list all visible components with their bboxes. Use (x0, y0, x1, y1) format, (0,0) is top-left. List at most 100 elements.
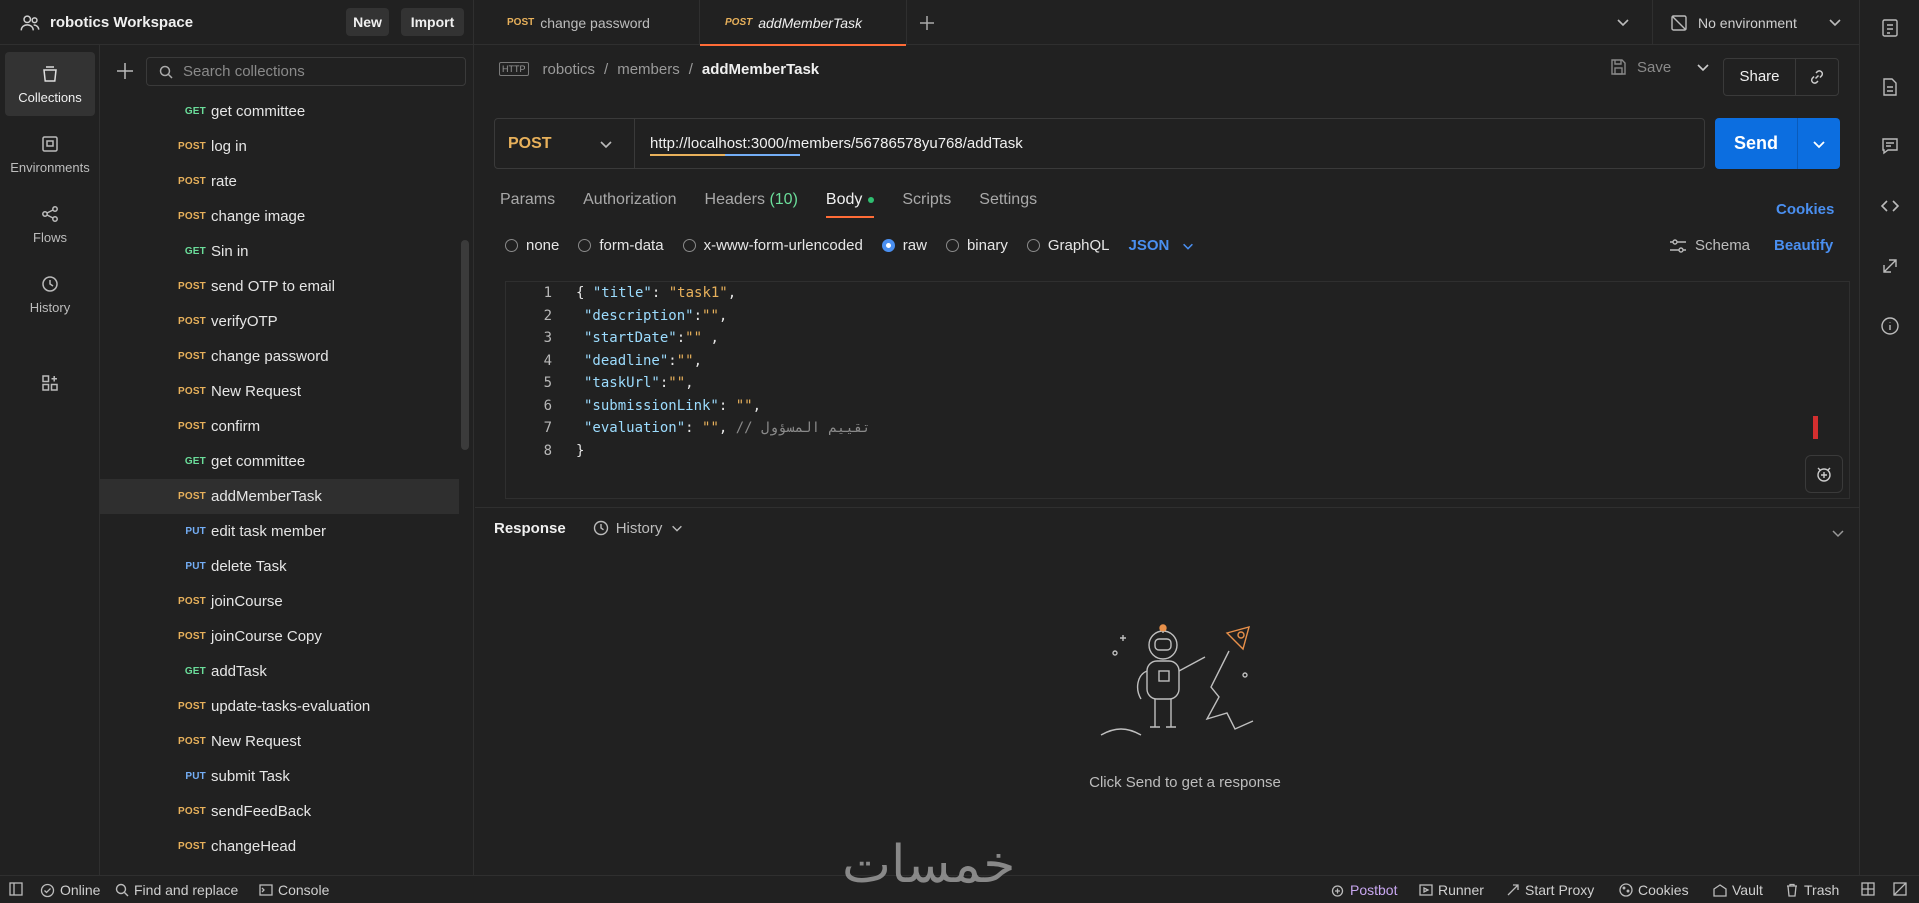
workspace-name[interactable]: robotics Workspace (50, 14, 193, 31)
request-name: confirm (211, 418, 261, 435)
list-item[interactable]: POST joinCourse Copy (100, 619, 473, 654)
method-badge: POST (177, 701, 206, 712)
related-collections-icon[interactable] (1880, 256, 1900, 276)
cookies-link[interactable]: Cookies (1776, 201, 1834, 218)
list-item[interactable]: GET addTask (100, 654, 473, 689)
url-input[interactable]: http://localhost:3000/members/56786578yu… (650, 135, 1023, 156)
list-item[interactable]: POST New Request (100, 374, 473, 409)
list-item[interactable]: POST verifyOTP (100, 304, 473, 339)
send-options-dropdown[interactable] (1798, 136, 1840, 152)
radio-graphql[interactable]: GraphQL (1026, 237, 1110, 254)
list-item[interactable]: POST change image (100, 199, 473, 234)
help-button[interactable] (1893, 882, 1912, 896)
breadcrumb-collection[interactable]: robotics (543, 61, 596, 78)
tab-authorization[interactable]: Authorization (583, 191, 676, 218)
list-item[interactable]: PUT delete Task (100, 549, 473, 584)
breadcrumb-folder[interactable]: members (617, 61, 680, 78)
code-token: "evaluation" (584, 420, 686, 437)
search-collections-input[interactable]: Search collections (146, 57, 466, 86)
tabs-dropdown-chevron-icon[interactable] (1614, 13, 1632, 31)
tab-method: POST (507, 17, 535, 28)
list-item[interactable]: POST rate (100, 164, 473, 199)
code-token: "deadline" (584, 352, 669, 369)
list-item[interactable]: POST change password (100, 339, 473, 374)
cookies-label: Cookies (1638, 882, 1689, 898)
tab-scripts[interactable]: Scripts (902, 191, 951, 218)
raw-format-select[interactable]: JSON (1129, 237, 1196, 254)
code-token: "title" (592, 285, 652, 302)
list-item[interactable]: GET get committee (100, 94, 473, 129)
import-button[interactable]: Import (401, 8, 464, 36)
rail-configure[interactable] (5, 368, 95, 404)
response-divider[interactable] (475, 507, 1859, 508)
code-icon[interactable] (1880, 196, 1900, 216)
vault-button[interactable]: Vault (1713, 882, 1763, 898)
list-item[interactable]: POST changeHead (100, 829, 473, 864)
add-collection-plus-icon[interactable] (116, 62, 134, 80)
console-button[interactable]: Console (259, 882, 329, 898)
online-status[interactable]: Online (40, 882, 100, 898)
tab-settings[interactable]: Settings (979, 191, 1037, 218)
rail-flows[interactable]: Flows (5, 192, 95, 256)
rail-collections[interactable]: Collections (5, 52, 95, 116)
chevron-down-icon[interactable] (1695, 59, 1711, 75)
send-button[interactable]: Send (1715, 118, 1840, 169)
radio-urlencoded[interactable]: x-www-form-urlencoded (682, 237, 863, 254)
radio-binary[interactable]: binary (945, 237, 1008, 254)
info-icon[interactable] (1880, 316, 1900, 336)
list-item[interactable]: GET Sin in (100, 234, 473, 269)
list-item[interactable]: POST log in (100, 129, 473, 164)
list-item-selected[interactable]: POST addMemberTask (100, 479, 459, 514)
trash-button[interactable]: Trash (1785, 882, 1839, 898)
list-item[interactable]: POST sendFeedBack (100, 794, 473, 829)
document-icon[interactable] (1880, 77, 1900, 97)
schema-button[interactable]: Schema (1669, 237, 1750, 254)
page-title[interactable]: addMemberTask (702, 61, 819, 78)
list-item[interactable]: POST joinCourse (100, 584, 473, 619)
collapse-response-chevron-icon[interactable] (1830, 525, 1846, 541)
new-button[interactable]: New (346, 8, 389, 36)
tab-change-password[interactable]: POST change password (475, 0, 700, 45)
save-button[interactable]: Save (1609, 58, 1711, 76)
radio-raw[interactable]: raw (881, 237, 927, 254)
runner-button[interactable]: Runner (1419, 882, 1484, 898)
new-tab-button[interactable] (907, 0, 947, 45)
rail-history[interactable]: History (5, 262, 95, 326)
response-history-button[interactable]: History (592, 519, 685, 537)
method-select[interactable]: POST (495, 119, 635, 168)
tab-headers[interactable]: Headers (10) (705, 191, 798, 218)
cookies-button[interactable]: Cookies (1619, 882, 1689, 898)
environment-selector[interactable]: No environment (1652, 0, 1859, 45)
tab-params[interactable]: Params (500, 191, 555, 218)
api-documentation-icon[interactable] (1880, 18, 1900, 38)
radio-form-data[interactable]: form-data (578, 237, 664, 254)
list-item[interactable]: POST send OTP to email (100, 269, 473, 304)
postbot-assist-button[interactable] (1805, 455, 1843, 493)
list-item[interactable]: POST New Request (100, 724, 473, 759)
list-item[interactable]: GET get committee (100, 444, 473, 479)
beautify-button[interactable]: Beautify (1774, 237, 1833, 254)
find-and-replace-button[interactable]: Find and replace (115, 882, 238, 898)
comments-icon[interactable] (1880, 136, 1900, 156)
sidebar-scrollbar[interactable] (461, 240, 469, 450)
share-button[interactable]: Share (1723, 58, 1839, 96)
code-editor[interactable]: 1{ "title": "task1", 2 "description":"", … (505, 281, 1850, 499)
tab-add-member-task[interactable]: POST addMemberTask (700, 0, 907, 46)
list-item[interactable]: POST update-tasks-evaluation (100, 689, 473, 724)
code-token: : (668, 352, 677, 369)
list-item[interactable]: PUT edit task member (100, 514, 473, 549)
list-item[interactable]: PUT submit Task (100, 759, 473, 794)
postbot-button[interactable]: Postbot (1330, 882, 1397, 898)
runner-label: Runner (1438, 882, 1484, 898)
tab-body[interactable]: Body (825, 191, 875, 218)
rail-label: Environments (10, 159, 90, 175)
toggle-sidebar-button[interactable] (9, 882, 28, 896)
layout-toggle-button[interactable] (1861, 882, 1880, 896)
start-proxy-button[interactable]: Start Proxy (1506, 882, 1594, 898)
link-icon[interactable] (1808, 68, 1826, 86)
code-line: 2 "description":"", (506, 305, 728, 328)
list-item[interactable]: POST confirm (100, 409, 473, 444)
radio-none[interactable]: none (505, 237, 559, 254)
method-badge: PUT (185, 561, 206, 572)
rail-environments[interactable]: Environments (5, 122, 95, 186)
